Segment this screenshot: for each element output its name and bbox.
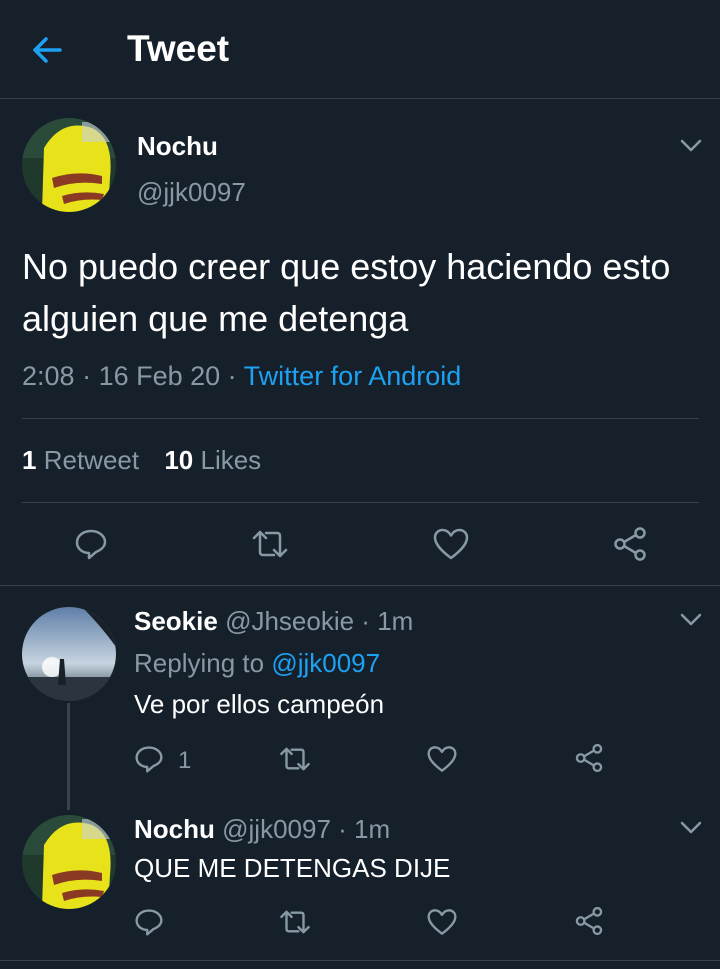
author-handle[interactable]: @jjk0097 bbox=[137, 177, 246, 208]
retweet-icon[interactable] bbox=[278, 745, 312, 778]
meta-separator: · bbox=[354, 606, 378, 636]
likes-count: 10 bbox=[164, 445, 194, 475]
tweet-screen: Tweet Nochu @jjk0097 No puedo creer que … bbox=[0, 0, 720, 969]
reply-author-handle[interactable]: @Jhseokie bbox=[225, 606, 354, 636]
reply-author-name[interactable]: Seokie bbox=[134, 606, 218, 636]
divider bbox=[22, 418, 699, 419]
reply-avatar[interactable] bbox=[22, 607, 116, 701]
reply-time: 1m bbox=[354, 814, 391, 844]
thread-connector-line bbox=[67, 703, 70, 810]
reply-header: Seokie @Jhseokie · 1m bbox=[134, 606, 413, 637]
meta-separator: · bbox=[220, 361, 244, 391]
chevron-down-icon[interactable] bbox=[680, 139, 702, 153]
reply-time: 1m bbox=[377, 606, 414, 636]
replying-mention-link[interactable]: @jjk0097 bbox=[271, 648, 380, 678]
retweets-stat[interactable]: 1 Retweet bbox=[22, 445, 139, 475]
reply-text: Ve por ellos campeón bbox=[134, 689, 385, 719]
divider bbox=[0, 960, 720, 961]
meta-separator: · bbox=[330, 814, 355, 844]
reply-count: 1 bbox=[178, 747, 192, 774]
back-arrow-icon[interactable] bbox=[26, 30, 74, 70]
divider bbox=[0, 585, 720, 586]
reply-icon[interactable] bbox=[134, 906, 164, 943]
tweet-time: 2:08 bbox=[22, 361, 75, 391]
retweets-label: Retweet bbox=[43, 445, 140, 475]
share-icon[interactable] bbox=[574, 906, 604, 941]
reply-author-name[interactable]: Nochu bbox=[134, 814, 215, 844]
chevron-down-icon[interactable] bbox=[680, 613, 702, 627]
like-heart-icon[interactable] bbox=[427, 907, 457, 942]
reply-icon[interactable] bbox=[134, 743, 164, 780]
reply-text: QUE ME DETENGAS DIJE bbox=[134, 853, 451, 883]
like-heart-icon[interactable] bbox=[433, 527, 469, 566]
share-icon[interactable] bbox=[612, 526, 648, 567]
tweet-text: No puedo creer que estoy haciendo esto a… bbox=[22, 246, 671, 339]
chevron-down-icon[interactable] bbox=[680, 821, 702, 835]
retweet-icon[interactable] bbox=[250, 528, 290, 565]
author-avatar[interactable] bbox=[22, 118, 116, 212]
author-name[interactable]: Nochu bbox=[137, 131, 218, 162]
divider bbox=[22, 502, 699, 503]
retweets-count: 1 bbox=[22, 445, 37, 475]
meta-separator: · bbox=[74, 361, 99, 391]
replying-to: Replying to @jjk0097 bbox=[134, 648, 380, 679]
likes-stat[interactable]: 10 Likes bbox=[164, 445, 261, 475]
page-title: Tweet bbox=[127, 28, 230, 69]
retweet-icon[interactable] bbox=[278, 908, 312, 941]
top-bar: Tweet bbox=[0, 0, 720, 99]
share-icon[interactable] bbox=[574, 743, 604, 778]
tweet-meta: 2:08 · 16 Feb 20 · Twitter for Android bbox=[22, 361, 461, 392]
reply-icon[interactable] bbox=[74, 527, 108, 566]
replying-label: Replying to bbox=[134, 648, 265, 678]
tweet-source-link[interactable]: Twitter for Android bbox=[244, 361, 462, 391]
reply-author-handle[interactable]: @jjk0097 bbox=[222, 814, 331, 844]
like-heart-icon[interactable] bbox=[427, 744, 457, 779]
reply-header: Nochu @jjk0097 · 1m bbox=[134, 814, 390, 845]
likes-label: Likes bbox=[200, 445, 262, 475]
tweet-stats: 1 Retweet 10 Likes bbox=[22, 445, 279, 476]
tweet-date: 16 Feb 20 bbox=[98, 361, 221, 391]
reply-avatar[interactable] bbox=[22, 815, 116, 909]
